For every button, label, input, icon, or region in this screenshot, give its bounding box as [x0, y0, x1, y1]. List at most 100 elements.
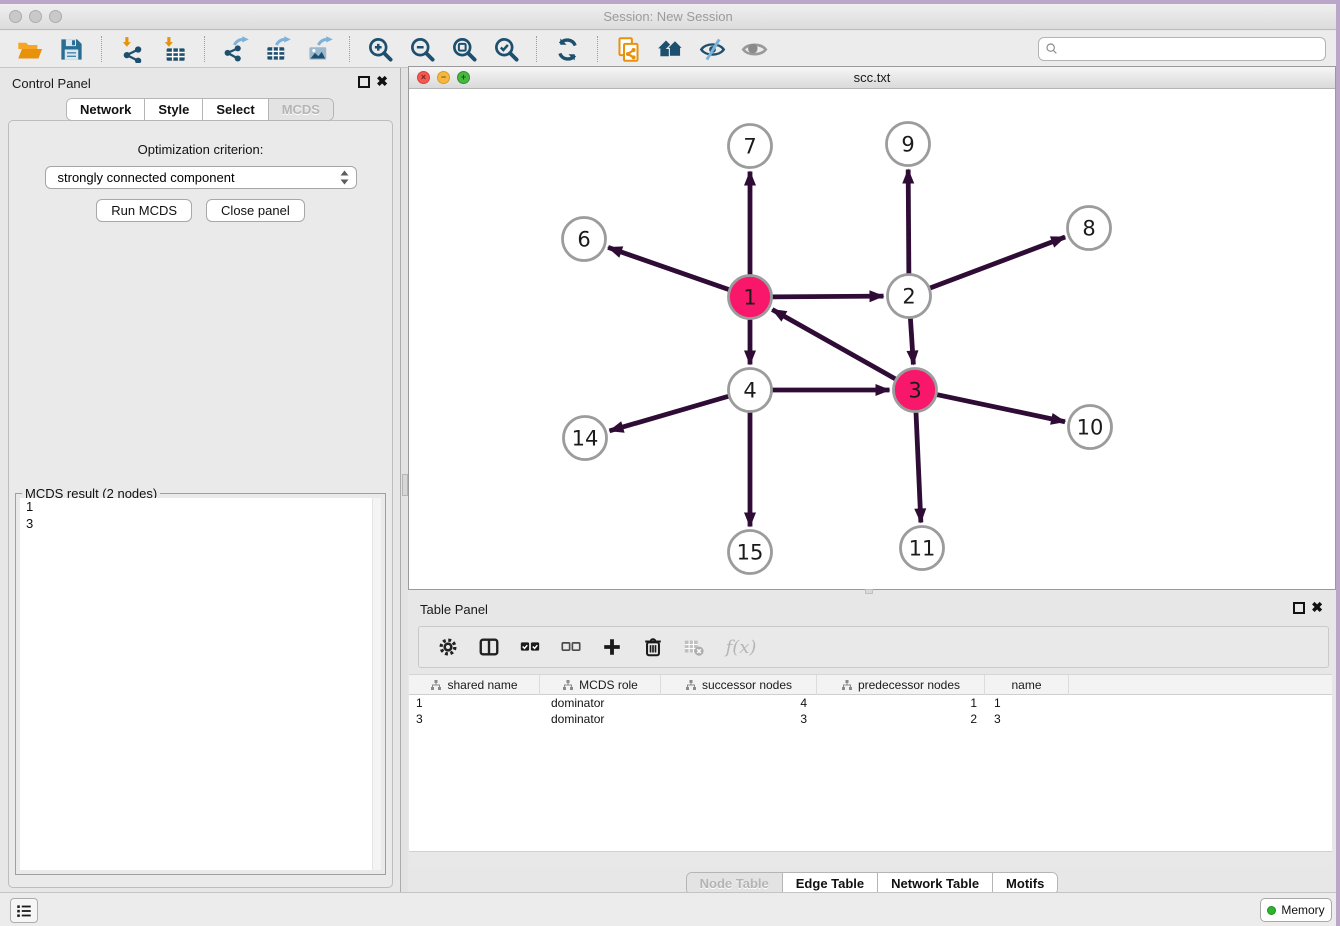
mcds-result-list[interactable]: 13 [20, 498, 381, 870]
graph-edge-2-8[interactable] [929, 237, 1065, 288]
graph-node-8[interactable]: 8 [1068, 207, 1111, 250]
clone-network-icon [615, 36, 642, 63]
graph-edge-3-11[interactable] [916, 411, 921, 522]
table-cell[interactable]: 4 [661, 695, 817, 711]
home-button[interactable] [649, 33, 691, 65]
graph-node-3[interactable]: 3 [894, 369, 937, 412]
network-canvas[interactable]: 7 9 6 8 1 2 4 3 14 10 15 11 [409, 89, 1335, 590]
graph-edge-2-3[interactable] [910, 317, 913, 364]
table-horizontal-scrollbar[interactable] [409, 851, 1332, 867]
graph-edge-1-6[interactable] [608, 247, 730, 289]
columns-button[interactable] [476, 634, 502, 660]
apply-layout-button[interactable] [546, 33, 588, 65]
table-panel-float-button[interactable] [1293, 602, 1305, 614]
svg-text:8: 8 [1082, 217, 1095, 241]
delete-row-button[interactable] [640, 634, 666, 660]
settings-gear-button[interactable] [435, 634, 461, 660]
clone-network-button[interactable] [607, 33, 649, 65]
column-header-predecessor-nodes[interactable]: predecessor nodes [817, 675, 985, 695]
tab-motifs[interactable]: Motifs [993, 873, 1057, 894]
table-panel-title: Table Panel [420, 602, 488, 617]
tab-network[interactable]: Network [67, 99, 145, 120]
deselect-all-button[interactable] [558, 634, 584, 660]
graph-node-9[interactable]: 9 [887, 123, 930, 166]
graph-node-6[interactable]: 6 [563, 218, 606, 261]
graph-node-10[interactable]: 10 [1069, 406, 1112, 449]
search-field[interactable] [1038, 37, 1326, 61]
close-panel-button[interactable]: Close panel [206, 199, 305, 222]
table-cell[interactable]: 3 [661, 711, 817, 727]
tab-style[interactable]: Style [145, 99, 203, 120]
table-cell[interactable]: 3 [409, 711, 540, 727]
graph-edge-2-9[interactable] [908, 169, 909, 274]
svg-text:3: 3 [908, 379, 921, 403]
optimization-criterion-label: Optimization criterion: [9, 121, 392, 157]
hide-selected-button[interactable] [691, 33, 733, 65]
column-header-shared-name[interactable]: shared name [409, 675, 540, 695]
column-header-MCDS-role[interactable]: MCDS role [540, 675, 661, 695]
import-table-icon [161, 36, 188, 63]
graph-node-14[interactable]: 14 [564, 417, 607, 460]
export-table-button[interactable] [256, 33, 298, 65]
table-cell[interactable]: 2 [817, 711, 985, 727]
control-panel-title: Control Panel [12, 76, 91, 91]
search-icon [1044, 41, 1060, 57]
import-table-button[interactable] [153, 33, 195, 65]
graph-node-1[interactable]: 1 [729, 276, 772, 319]
search-input[interactable] [1060, 39, 1325, 59]
network-window-titlebar[interactable]: × − + scc.txt [409, 67, 1335, 89]
tab-edge-table[interactable]: Edge Table [783, 873, 878, 894]
tab-select[interactable]: Select [203, 99, 268, 120]
zoom-in-button[interactable] [359, 33, 401, 65]
import-network-button[interactable] [111, 33, 153, 65]
table-cell[interactable]: dominator [540, 695, 661, 711]
export-image-button[interactable] [298, 33, 340, 65]
control-panel-float-button[interactable] [358, 76, 370, 88]
table-cell[interactable]: 3 [985, 711, 1069, 727]
graph-node-7[interactable]: 7 [729, 125, 772, 168]
table-cell[interactable]: 1 [409, 695, 540, 711]
vertical-splitter[interactable] [400, 68, 408, 892]
table-row[interactable]: 1dominator411 [409, 695, 1332, 711]
memory-status-icon [1267, 906, 1276, 915]
column-header-name[interactable]: name [985, 675, 1069, 695]
zoom-selected-button[interactable] [485, 33, 527, 65]
select-all-button[interactable] [517, 634, 543, 660]
tree-icon [685, 679, 697, 691]
tab-node-table[interactable]: Node Table [687, 873, 783, 894]
apply-layout-icon [554, 36, 581, 63]
open-session-button[interactable] [8, 33, 50, 65]
graph-node-2[interactable]: 2 [888, 275, 931, 318]
control-panel-tabs: NetworkStyleSelectMCDS [66, 98, 334, 121]
task-history-button[interactable] [10, 898, 38, 923]
graph-edge-3-1[interactable] [772, 310, 896, 380]
table-cell[interactable]: 1 [985, 695, 1069, 711]
control-panel-close-button[interactable]: ✖ [376, 73, 388, 89]
table-row[interactable]: 3dominator323 [409, 711, 1332, 727]
column-header-successor-nodes[interactable]: successor nodes [661, 675, 817, 695]
save-session-button[interactable] [50, 33, 92, 65]
tab-network-table[interactable]: Network Table [878, 873, 993, 894]
table-cell[interactable]: 1 [817, 695, 985, 711]
graph-edge-1-2[interactable] [771, 296, 883, 297]
criterion-select[interactable]: strongly connected component [45, 166, 357, 189]
graph-node-11[interactable]: 11 [901, 527, 944, 570]
zoom-in-icon [367, 36, 394, 63]
graph-node-15[interactable]: 15 [729, 531, 772, 574]
zoom-out-button[interactable] [401, 33, 443, 65]
graph-edge-3-10[interactable] [936, 394, 1065, 421]
tab-mcds[interactable]: MCDS [269, 99, 333, 120]
graph-edge-4-14[interactable] [609, 396, 729, 431]
result-scrollbar[interactable] [372, 498, 381, 870]
table-cell[interactable]: dominator [540, 711, 661, 727]
app-window: Session: New Session Control Panel ✖ Net… [0, 4, 1336, 926]
mcds-result-group: MCDS result (2 nodes) 13 [15, 493, 386, 875]
add-row-button[interactable] [599, 634, 625, 660]
export-network-button[interactable] [214, 33, 256, 65]
memory-button[interactable]: Memory [1260, 898, 1332, 922]
zoom-fit-button[interactable] [443, 33, 485, 65]
show-all-button[interactable] [733, 33, 775, 65]
table-panel-close-button[interactable]: ✖ [1311, 599, 1323, 615]
run-mcds-button[interactable]: Run MCDS [96, 199, 192, 222]
graph-node-4[interactable]: 4 [729, 369, 772, 412]
